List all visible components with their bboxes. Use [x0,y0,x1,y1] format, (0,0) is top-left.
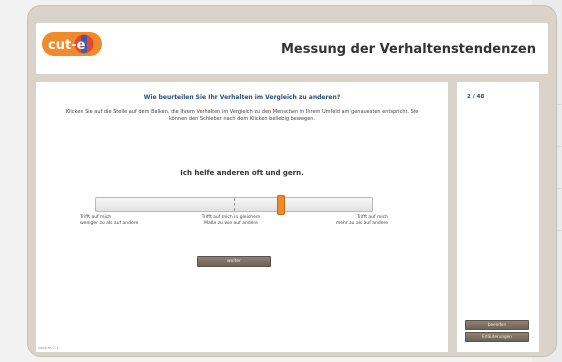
slider-midpoint-marker [234,198,235,211]
side-panel: 2 / 48 beenden Erläuterungen [457,82,539,352]
slider-handle[interactable] [276,195,285,215]
instruction-text: Klicken Sie auf die Stelle auf dem Balke… [65,109,419,122]
logo-text: cut-e [48,38,86,53]
question-title: Wie beurteilen Sie Ihr Verhalten im Verg… [143,94,341,101]
scale-label-left: Trifft auf mich weniger zu als auf ander… [80,215,138,227]
progress-counter: 2 / 48 [467,94,485,100]
scale-label-right: Trifft auf mich mehr zu als auf andere [314,215,388,227]
weiter-button[interactable]: weiter [197,256,271,267]
question-panel: Wie beurteilen Sie Ihr Verhalten im Verg… [36,82,448,352]
scale-label-left-line2: weniger zu als auf andere [80,221,139,226]
version-label: squares 7.1 [38,346,59,350]
statement-text: Ich helfe anderen oft und gern. [180,169,304,177]
cut-e-logo: cut-e [42,32,102,56]
scale-label-middle: Trifft auf mich in gleichem Maße zu wie … [191,215,271,227]
rating-slider-track[interactable] [95,195,373,215]
scale-label-right-line2: mehr zu als auf andere [335,221,388,226]
beenden-button[interactable]: beenden [465,320,529,330]
assessment-frame: cut-e Messung der Verhaltenstendenzen Wi… [27,5,557,357]
scale-label-mid-line2: Maße zu wie auf andere [204,221,258,226]
erlaeuterungen-button[interactable]: Erläuterungen [465,332,529,342]
page-title: Messung der Verhaltenstendenzen [280,42,536,57]
header: cut-e Messung der Verhaltenstendenzen [36,23,548,74]
